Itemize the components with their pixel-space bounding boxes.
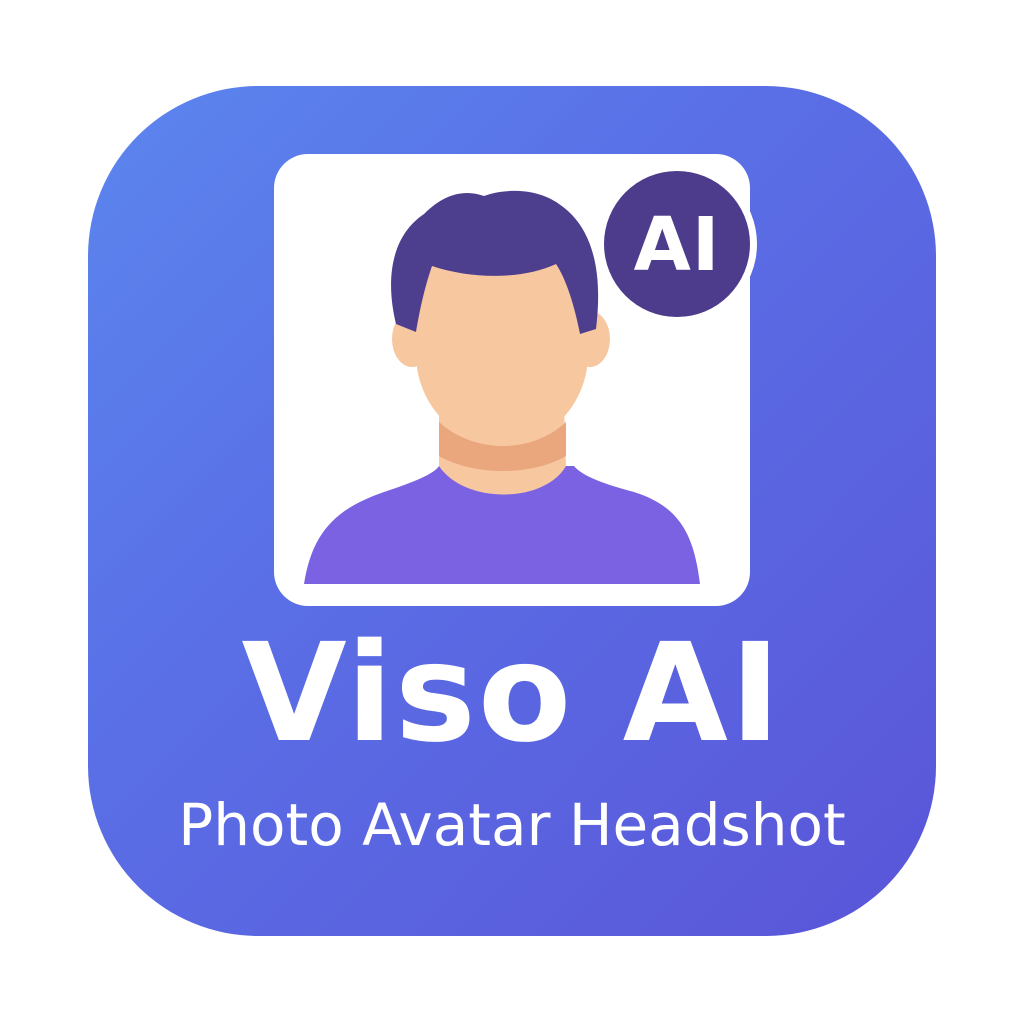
ai-badge-icon: AI (604, 171, 750, 317)
app-title: Viso AI (241, 615, 783, 773)
app-icon-canvas: AI Viso AI Photo Avatar Headshot (0, 0, 1024, 1024)
ai-badge: AI (597, 164, 757, 324)
app-subtitle: Photo Avatar Headshot (178, 791, 846, 859)
ai-badge-label: AI (633, 202, 721, 288)
